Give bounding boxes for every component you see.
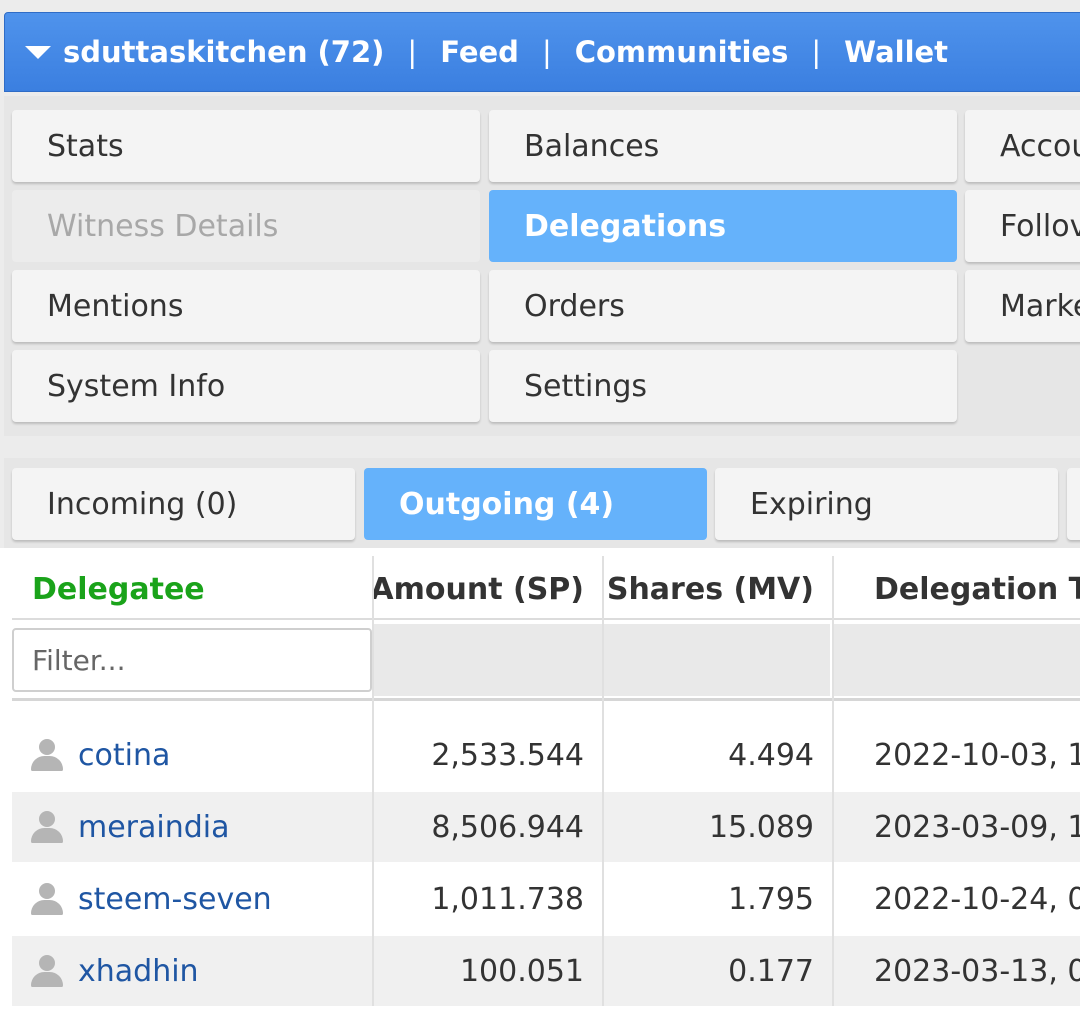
column-divider xyxy=(832,556,834,1006)
wallet-link[interactable]: Wallet xyxy=(844,35,948,69)
header-amount[interactable]: Amount (SP) xyxy=(374,560,604,618)
account-navbar: sduttaskitchen (72) | Feed | Communities… xyxy=(4,12,1080,92)
menu-settings[interactable]: Settings xyxy=(489,350,957,422)
shares-cell: 4.494 xyxy=(728,737,814,773)
shares-cell: 1.795 xyxy=(728,881,814,917)
column-divider xyxy=(602,556,604,1006)
amount-cell: 8,506.944 xyxy=(431,809,584,845)
menu-follow[interactable]: Follov xyxy=(965,190,1080,262)
shares-cell: 15.089 xyxy=(709,809,814,845)
delegatee-link[interactable]: steem-seven xyxy=(78,882,272,917)
amount-cell: 2,533.544 xyxy=(431,737,584,773)
communities-link[interactable]: Communities xyxy=(575,35,789,69)
time-cell: 2022-10-03, 13 xyxy=(874,737,1080,773)
header-divider xyxy=(12,618,1080,620)
table-row: cotina 2,533.544 4.494 2022-10-03, 13 xyxy=(12,720,1080,790)
tab-outgoing[interactable]: Outgoing (4) xyxy=(364,468,707,540)
shares-cell: 0.177 xyxy=(728,953,814,989)
table-row: meraindia 8,506.944 15.089 2023-03-09, 1… xyxy=(12,792,1080,862)
tab-incoming[interactable]: Incoming (0) xyxy=(12,468,355,540)
user-icon xyxy=(30,739,64,771)
menu-orders[interactable]: Orders xyxy=(489,270,957,342)
filter-cell xyxy=(374,624,602,696)
menu-witness-details: Witness Details xyxy=(12,190,480,262)
table-row: steem-seven 1,011.738 1.795 2022-10-24, … xyxy=(12,864,1080,934)
user-icon xyxy=(30,955,64,987)
filter-cell xyxy=(604,624,830,696)
delegatee-link[interactable]: cotina xyxy=(78,738,170,773)
menu-mentions[interactable]: Mentions xyxy=(12,270,480,342)
amount-cell: 1,011.738 xyxy=(431,881,584,917)
time-cell: 2023-03-09, 11 xyxy=(874,809,1080,845)
menu-stats[interactable]: Stats xyxy=(12,110,480,182)
amount-cell: 100.051 xyxy=(459,953,584,989)
filter-divider xyxy=(12,698,1080,701)
account-link[interactable]: sduttaskitchen (72) xyxy=(63,35,384,69)
time-cell: 2022-10-24, 0( xyxy=(874,881,1080,917)
menu-account[interactable]: Accou xyxy=(965,110,1080,182)
tab-expiring[interactable]: Expiring xyxy=(715,468,1058,540)
menu-delegations[interactable]: Delegations xyxy=(489,190,957,262)
time-cell: 2023-03-13, 09 xyxy=(874,953,1080,989)
user-icon xyxy=(30,883,64,915)
separator: | xyxy=(541,35,552,69)
header-delegatee[interactable]: Delegatee xyxy=(12,560,372,618)
table-row: xhadhin 100.051 0.177 2023-03-13, 09 xyxy=(12,936,1080,1006)
menu-system-info[interactable]: System Info xyxy=(12,350,480,422)
tab-partial[interactable] xyxy=(1067,468,1080,540)
delegatee-link[interactable]: xhadhin xyxy=(78,954,199,989)
filter-input[interactable] xyxy=(12,628,372,692)
header-delegation-time[interactable]: Delegation Ti xyxy=(834,560,1080,618)
delegatee-link[interactable]: meraindia xyxy=(78,810,230,845)
separator: | xyxy=(407,35,418,69)
user-icon xyxy=(30,811,64,843)
menu-market[interactable]: Marke xyxy=(965,270,1080,342)
separator: | xyxy=(811,35,822,69)
header-shares[interactable]: Shares (MV) xyxy=(604,560,834,618)
dropdown-caret-icon[interactable] xyxy=(25,45,51,59)
filter-cell xyxy=(834,624,1080,696)
menu-balances[interactable]: Balances xyxy=(489,110,957,182)
feed-link[interactable]: Feed xyxy=(440,35,519,69)
column-divider xyxy=(372,556,374,1006)
